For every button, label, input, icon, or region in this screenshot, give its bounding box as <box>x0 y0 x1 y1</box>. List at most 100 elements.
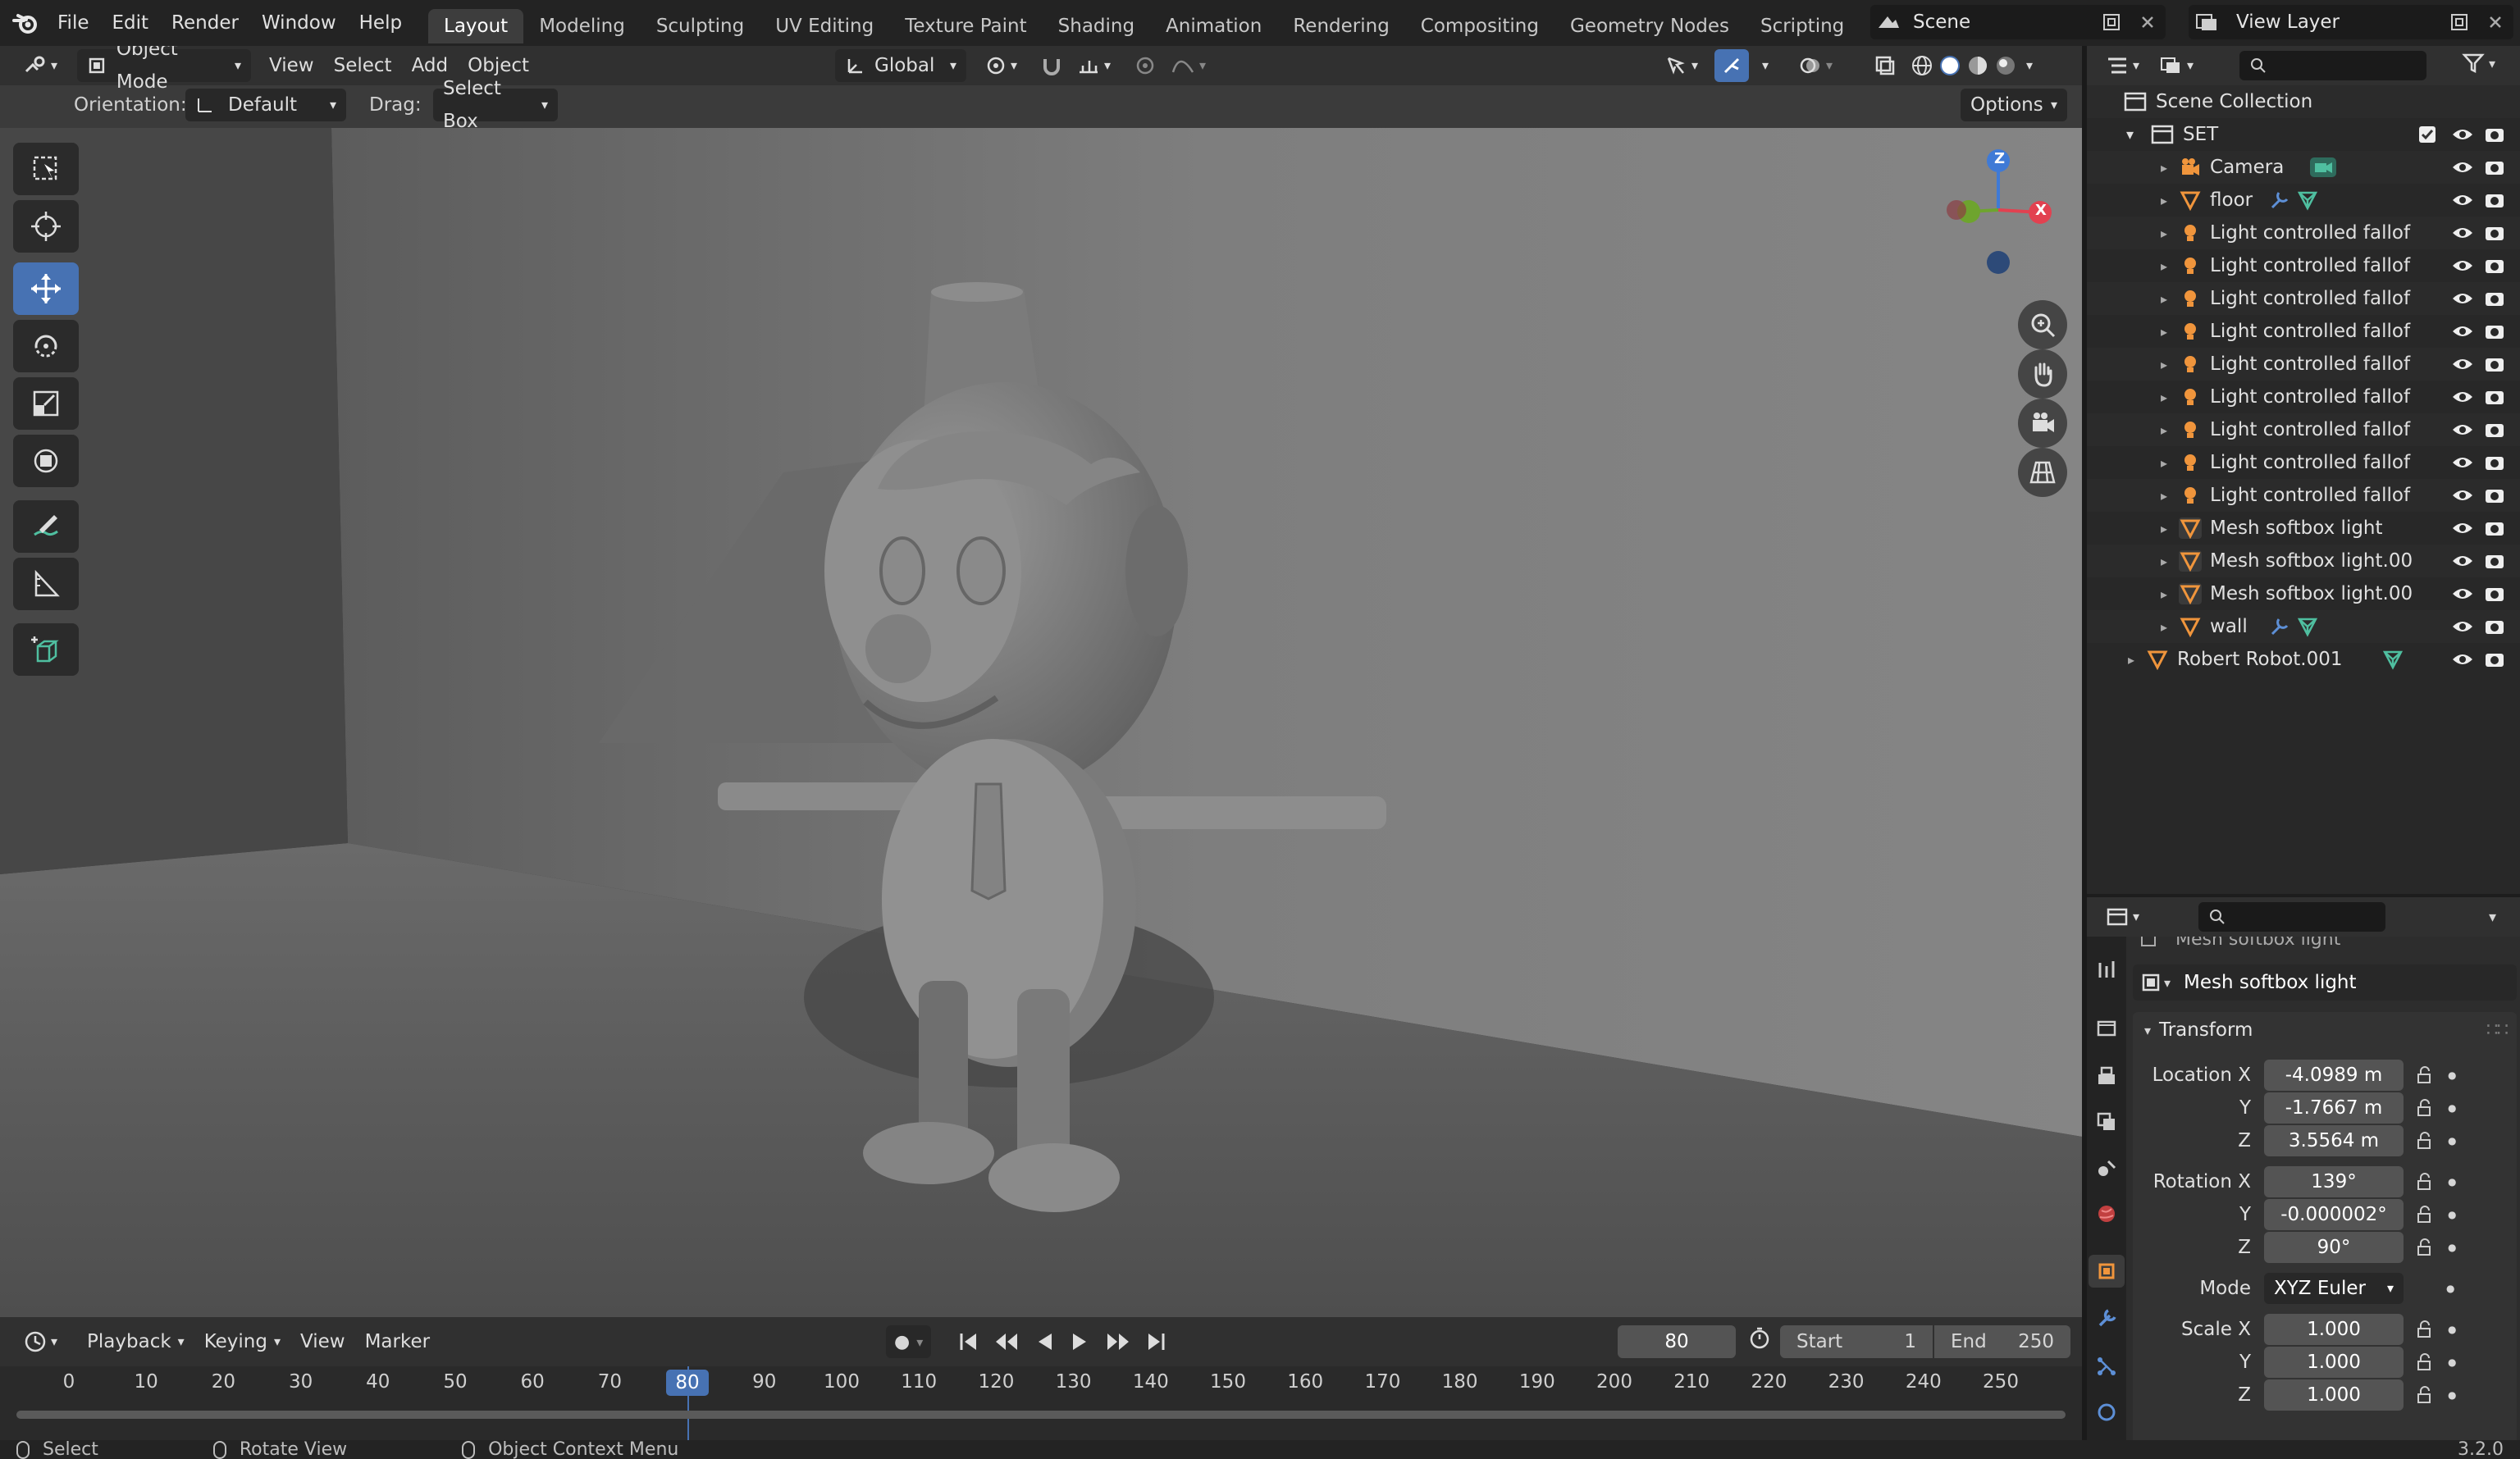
properties-editor[interactable]: ▾ ▾ Mesh softbox light ▾ Mesh softbox li… <box>2087 897 2520 1440</box>
lock-icon[interactable] <box>2415 1131 2435 1151</box>
filter-button[interactable]: ▾ <box>2461 51 2495 75</box>
eye-icon[interactable] <box>2451 323 2474 340</box>
tool-tab-icon[interactable] <box>2089 953 2125 986</box>
exclude-checkbox[interactable] <box>2418 125 2436 144</box>
move-tool[interactable] <box>13 262 79 315</box>
render-camera-icon[interactable] <box>2484 421 2505 439</box>
eye-icon[interactable] <box>2451 618 2474 635</box>
menu-file[interactable]: File <box>46 0 101 46</box>
output-tab-icon[interactable] <box>2089 1060 2125 1092</box>
lock-icon[interactable] <box>2415 1065 2435 1085</box>
lock-icon[interactable] <box>2415 1352 2435 1372</box>
menu-window[interactable]: Window <box>250 0 348 46</box>
pivot-point-button[interactable]: ▾ <box>975 49 1027 82</box>
render-camera-icon[interactable] <box>2484 224 2505 242</box>
outliner-item[interactable]: ▸ Light controlled fallof <box>2087 381 2520 413</box>
outliner-item[interactable]: ▸ Mesh softbox light.00 <box>2087 577 2520 610</box>
render-camera-icon[interactable] <box>2484 322 2505 340</box>
view-layer-selector[interactable]: View Layer <box>2189 5 2513 39</box>
outliner-item[interactable]: ▸ Light controlled fallof <box>2087 282 2520 315</box>
rendered-shading-icon[interactable] <box>1993 53 2018 78</box>
expand-arrow-icon[interactable]: ▸ <box>2161 619 2167 635</box>
eye-icon[interactable] <box>2451 651 2474 668</box>
mesh-data-icon[interactable] <box>2382 649 2404 670</box>
rotation-y-field[interactable]: -0.000002° <box>2264 1199 2404 1230</box>
menu-help[interactable]: Help <box>348 0 413 46</box>
outliner-item[interactable]: ▸ wall <box>2087 610 2520 643</box>
jump-keyframe-back-icon[interactable] <box>994 1331 1019 1352</box>
render-tab-icon[interactable] <box>2089 1012 2125 1045</box>
outliner-item[interactable]: ▸ Mesh softbox light.00 <box>2087 545 2520 577</box>
gizmo-options-dropdown[interactable]: ▾ <box>1752 49 1778 82</box>
close-view-layer-icon[interactable] <box>2477 6 2513 39</box>
playhead-frame-badge[interactable]: 80 <box>666 1370 709 1396</box>
snap-target-button[interactable]: ▾ <box>1066 49 1121 82</box>
expand-arrow-icon[interactable]: ▸ <box>2161 324 2167 340</box>
outliner-item-robot[interactable]: ▸ Robert Robot.001 <box>2087 643 2520 676</box>
modifier-wrench-icon[interactable] <box>2269 189 2290 211</box>
new-view-layer-icon[interactable] <box>2441 6 2477 39</box>
scale-y-field[interactable]: 1.000 <box>2264 1347 2404 1378</box>
mesh-data-icon[interactable] <box>2297 189 2318 211</box>
render-camera-icon[interactable] <box>2484 552 2505 570</box>
properties-options-dropdown[interactable]: ▾ <box>2489 909 2496 926</box>
orientation-dropdown[interactable]: Default ▾ <box>185 89 346 121</box>
keyframe-dot-icon[interactable]: ● <box>2448 1242 2456 1253</box>
expand-arrow-icon[interactable]: ▸ <box>2161 488 2167 504</box>
current-frame-field[interactable]: 80 <box>1618 1325 1736 1358</box>
end-frame-field[interactable]: End 250 <box>1934 1325 2070 1358</box>
object-name-field[interactable]: ▾ Mesh softbox light <box>2133 964 2517 1001</box>
timeline-view-menu[interactable]: View <box>290 1325 355 1358</box>
expand-arrow-icon[interactable]: ▸ <box>2161 357 2167 372</box>
expand-arrow-icon[interactable]: ▸ <box>2161 422 2167 438</box>
visibility-select-button[interactable]: ▾ <box>1655 49 1708 82</box>
keying-menu[interactable]: Keying ▾ <box>194 1325 290 1358</box>
outliner-search-input[interactable] <box>2239 51 2426 80</box>
outliner-item[interactable]: ▸ Light controlled fallof <box>2087 348 2520 381</box>
material-preview-icon[interactable] <box>1965 53 1990 78</box>
rotation-z-field[interactable]: 90° <box>2264 1232 2404 1263</box>
render-camera-icon[interactable] <box>2484 388 2505 406</box>
expand-arrow-icon[interactable]: ▸ <box>2161 193 2167 208</box>
tab-rendering[interactable]: Rendering <box>1277 9 1404 43</box>
eye-icon[interactable] <box>2451 553 2474 569</box>
render-camera-icon[interactable] <box>2484 191 2505 209</box>
keyframe-dot-icon[interactable]: ● <box>2448 1135 2456 1147</box>
outliner-item[interactable]: ▸ Light controlled fallof <box>2087 315 2520 348</box>
marker-menu[interactable]: Marker <box>355 1325 441 1358</box>
expand-arrow-icon[interactable]: ▾ <box>2126 126 2134 144</box>
render-camera-icon[interactable] <box>2484 585 2505 603</box>
frame-ruler[interactable]: 0 10 20 30 40 50 60 70 80 90 100 110 120 130 140 150 160… <box>0 1366 2082 1440</box>
measure-tool[interactable] <box>13 558 79 610</box>
outliner-item[interactable]: ▸ Mesh softbox light <box>2087 512 2520 545</box>
drag-handle-icon[interactable]: ∷∷ <box>2486 1019 2509 1041</box>
menu-view[interactable]: View <box>259 49 324 82</box>
eye-icon[interactable] <box>2451 126 2474 143</box>
rotate-tool[interactable] <box>13 320 79 372</box>
lock-icon[interactable] <box>2415 1238 2435 1257</box>
eye-icon[interactable] <box>2451 290 2474 307</box>
scale-tool[interactable] <box>13 377 79 430</box>
object-tab-icon[interactable] <box>2089 1255 2125 1288</box>
scene-tab-icon[interactable] <box>2089 1151 2125 1184</box>
new-scene-icon[interactable] <box>2093 6 2130 39</box>
scale-z-field[interactable]: 1.000 <box>2264 1379 2404 1411</box>
expand-arrow-icon[interactable]: ▸ <box>2128 652 2134 668</box>
collection-row-set[interactable]: ▾ SET <box>2087 118 2520 151</box>
scene-selector[interactable]: Scene <box>1870 5 2166 39</box>
outliner-item[interactable]: ▸ Light controlled fallof <box>2087 479 2520 512</box>
expand-arrow-icon[interactable]: ▸ <box>2161 390 2167 405</box>
menu-render[interactable]: Render <box>160 0 250 46</box>
properties-search-input[interactable] <box>2198 902 2385 932</box>
eye-icon[interactable] <box>2451 487 2474 504</box>
expand-arrow-icon[interactable]: ▸ <box>2161 455 2167 471</box>
jump-start-icon[interactable] <box>958 1331 979 1352</box>
modifier-tab-icon[interactable] <box>2089 1302 2125 1335</box>
tab-compositing[interactable]: Compositing <box>1405 9 1554 43</box>
zoom-button[interactable] <box>2018 300 2067 349</box>
tab-geometry-nodes[interactable]: Geometry Nodes <box>1554 9 1745 43</box>
eye-icon[interactable] <box>2451 258 2474 274</box>
scene-collection-row[interactable]: Scene Collection <box>2087 85 2520 118</box>
outliner[interactable]: ▾ ▾ ▾ Scene Collection ▾ SET ▸ Camera ▸ flo… <box>2087 46 2520 894</box>
scale-x-field[interactable]: 1.000 <box>2264 1314 2404 1345</box>
